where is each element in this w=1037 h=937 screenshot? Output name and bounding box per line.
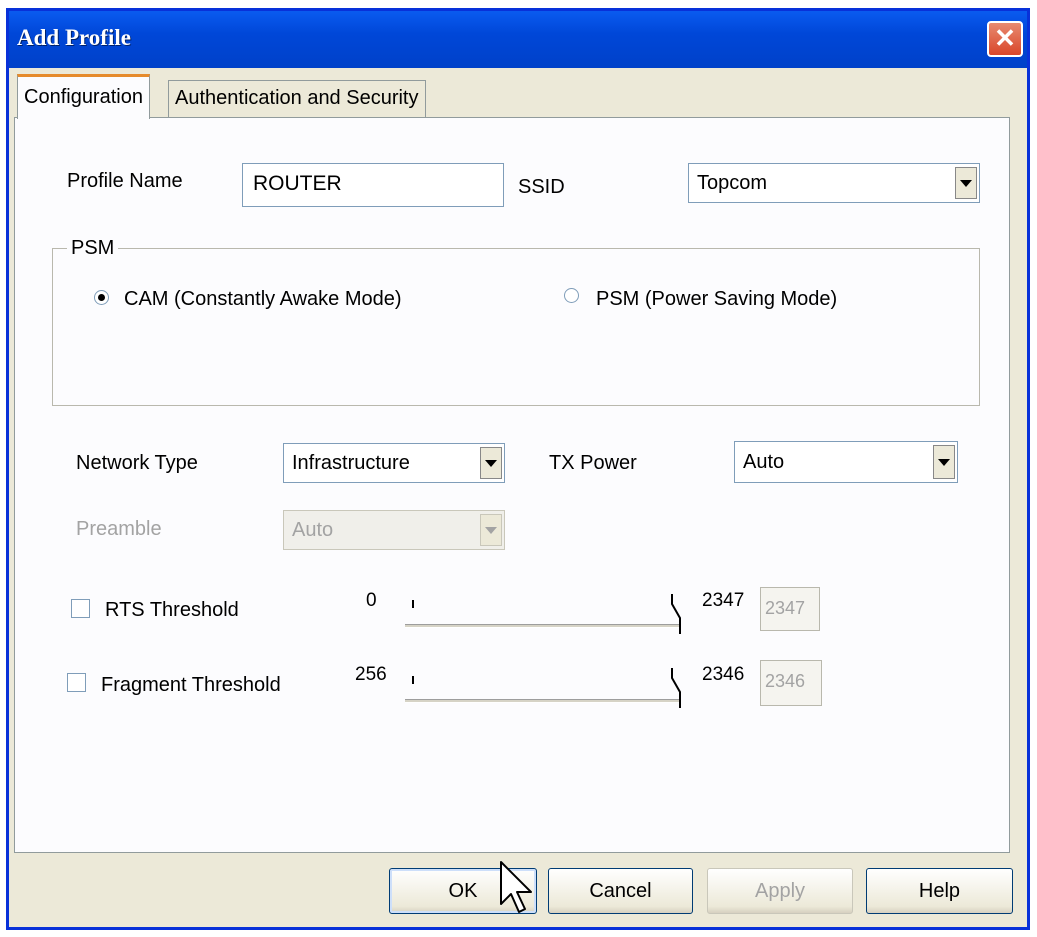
rts-min-label: 0 xyxy=(366,590,377,611)
rts-slider-thumb[interactable] xyxy=(668,594,682,634)
tx-power-dropdown[interactable]: Auto xyxy=(734,441,958,483)
ssid-value: Topcom xyxy=(697,171,768,194)
network-type-label: Network Type xyxy=(76,452,198,474)
fragment-slider-thumb[interactable] xyxy=(668,668,682,708)
rts-value-field: 2347 xyxy=(760,587,820,631)
help-button[interactable]: Help xyxy=(866,868,1013,914)
preamble-label: Preamble xyxy=(76,518,162,540)
rts-slider-track[interactable] xyxy=(405,624,681,628)
fragment-min-label: 256 xyxy=(355,664,387,685)
fragment-value-field: 2346 xyxy=(760,660,822,706)
profile-name-label: Profile Name xyxy=(67,170,183,192)
psm-groupbox: PSM xyxy=(52,237,980,406)
network-type-dropdown[interactable]: Infrastructure xyxy=(283,443,505,483)
rts-slider-tick-min xyxy=(412,600,414,608)
profile-name-input[interactable]: ROUTER xyxy=(242,163,504,207)
ssid-label: SSID xyxy=(518,176,565,198)
mouse-cursor-icon xyxy=(500,861,532,913)
cam-radio[interactable] xyxy=(94,290,109,305)
ssid-dropdown[interactable]: Topcom xyxy=(688,163,980,203)
apply-button: Apply xyxy=(707,868,853,914)
cancel-button[interactable]: Cancel xyxy=(548,868,693,914)
fragment-slider-tick-min xyxy=(412,676,414,684)
fragment-threshold-checkbox[interactable] xyxy=(67,673,86,692)
preamble-value: Auto xyxy=(292,518,334,541)
rts-threshold-label: RTS Threshold xyxy=(105,599,239,621)
tx-power-value: Auto xyxy=(743,450,785,473)
chevron-down-icon[interactable] xyxy=(933,445,955,479)
tx-power-label: TX Power xyxy=(549,452,637,474)
cam-label: CAM (Constantly Awake Mode) xyxy=(124,288,402,310)
chevron-down-icon[interactable] xyxy=(955,167,977,199)
rts-max-label: 2347 xyxy=(702,590,745,611)
psm-label: PSM (Power Saving Mode) xyxy=(596,288,838,310)
fragment-threshold-label: Fragment Threshold xyxy=(101,674,281,696)
rts-threshold-checkbox[interactable] xyxy=(71,599,90,618)
fragment-max-label: 2346 xyxy=(702,664,745,685)
preamble-dropdown: Auto xyxy=(283,510,505,550)
chevron-down-icon xyxy=(480,514,502,546)
fragment-slider-track[interactable] xyxy=(405,699,681,703)
psm-radio[interactable] xyxy=(564,288,579,303)
network-type-value: Infrastructure xyxy=(292,451,410,474)
psm-group-title: PSM xyxy=(67,237,119,259)
chevron-down-icon[interactable] xyxy=(480,447,502,479)
